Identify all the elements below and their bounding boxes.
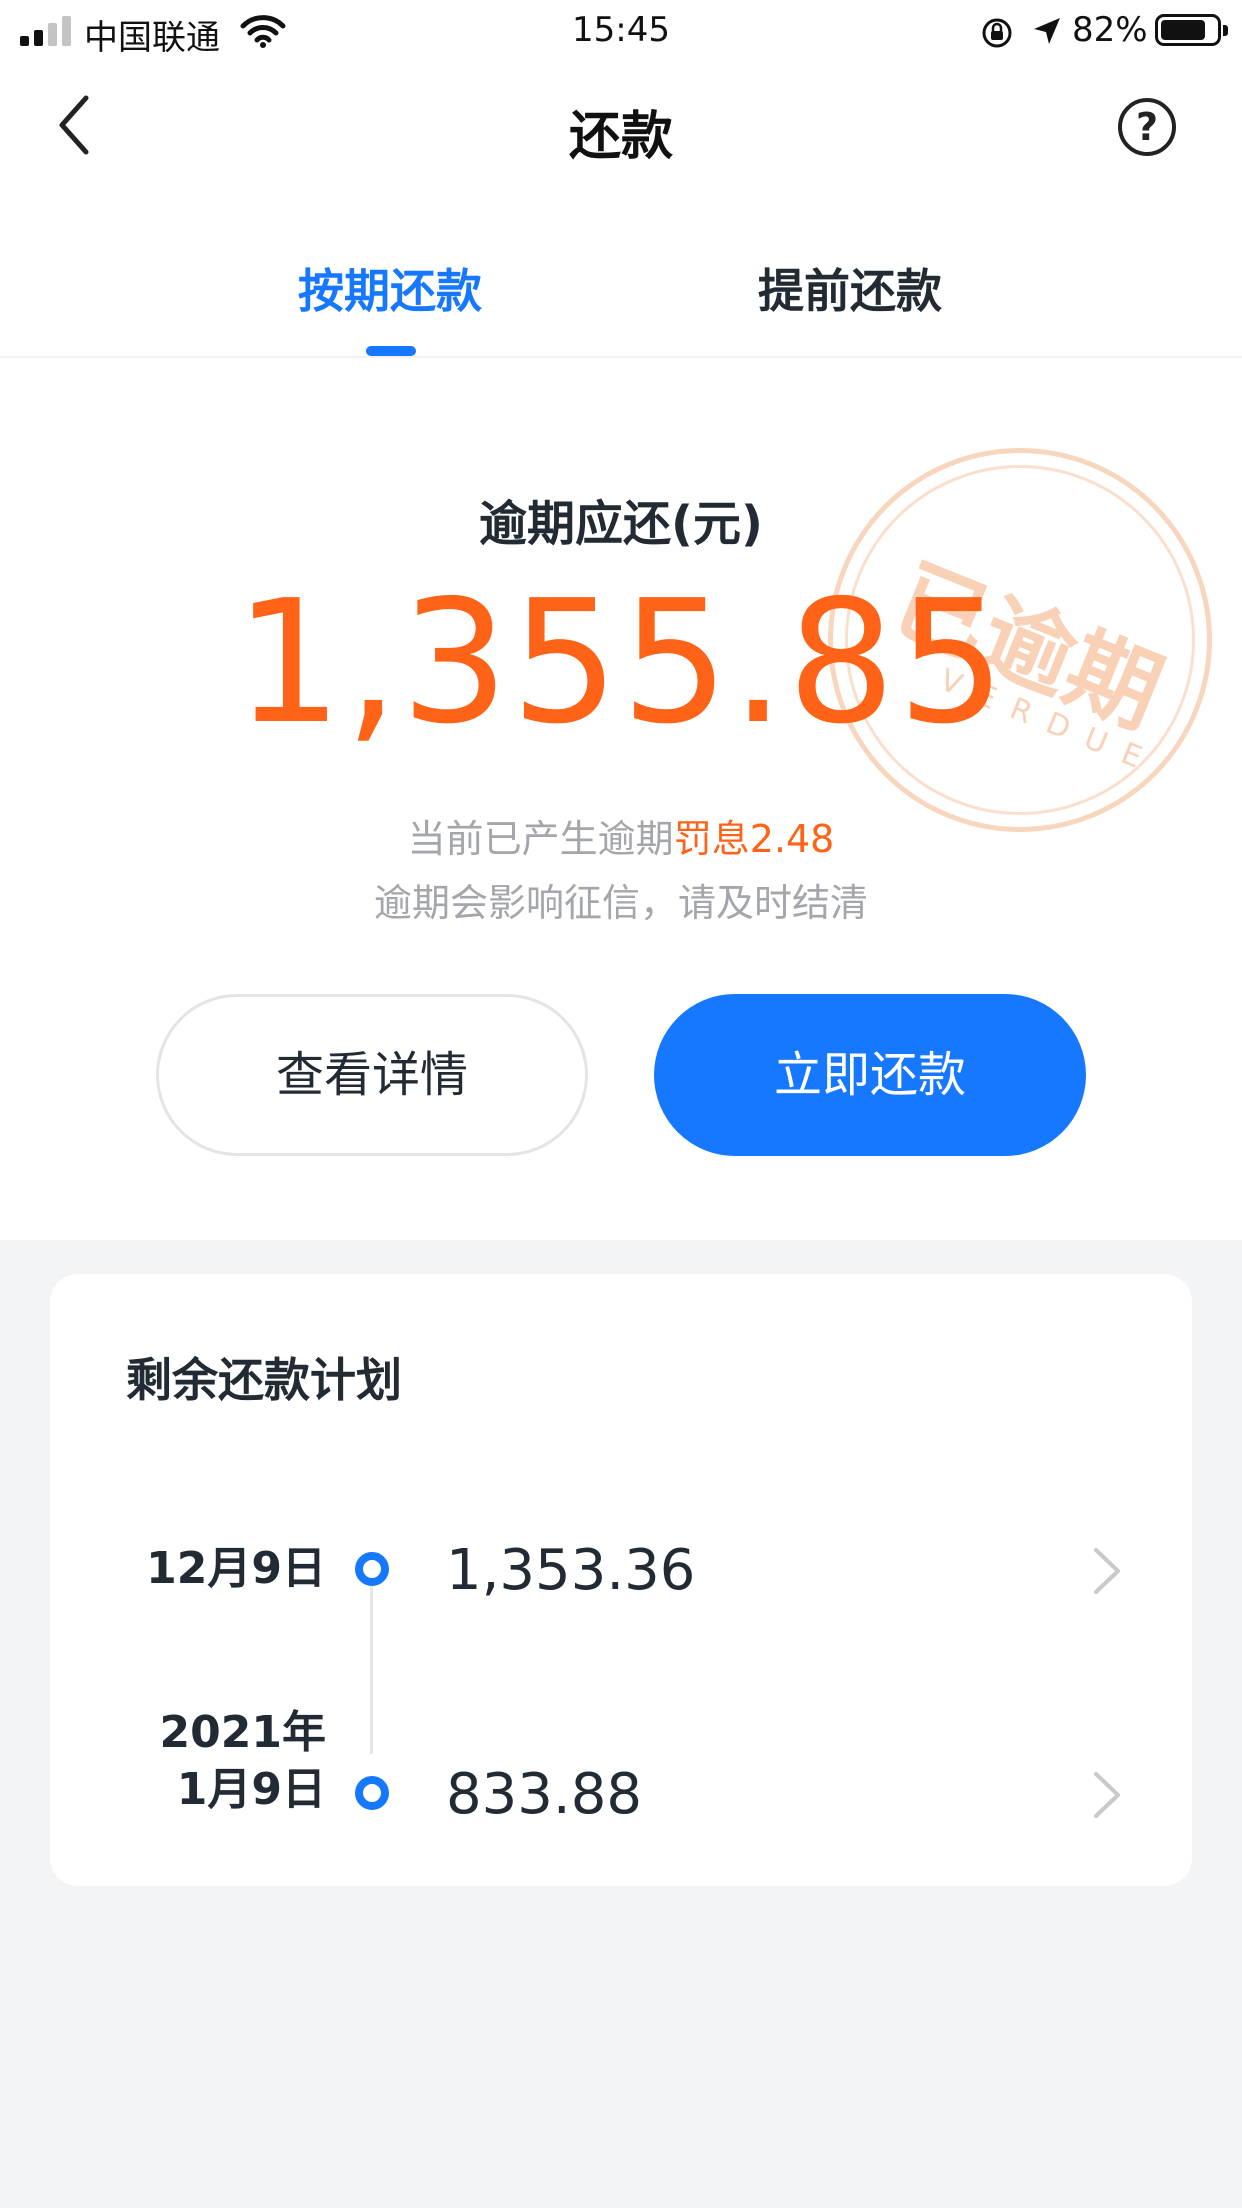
plan-row-amount: 833.88: [446, 1762, 642, 1827]
timeline-dot: [355, 1552, 389, 1586]
active-tab-indicator: [366, 346, 416, 356]
view-details-button[interactable]: 查看详情: [156, 994, 588, 1156]
chevron-right-icon: [1094, 1772, 1120, 1818]
plan-row[interactable]: 12月9日 1,353.36: [50, 1482, 1192, 1632]
tab-scheduled-repayment[interactable]: 按期还款: [240, 255, 540, 321]
overdue-amount: 1,355.85: [234, 564, 1008, 762]
repayment-plan-card: 剩余还款计划 12月9日 1,353.36 2021年 1月9日 833.88: [50, 1274, 1192, 1886]
plan-row[interactable]: 2021年 1月9日 833.88: [50, 1704, 1192, 1854]
battery-icon: [1155, 14, 1228, 46]
overdue-amount-label: 逾期应还(元): [479, 496, 763, 552]
help-icon[interactable]: ?: [1118, 98, 1176, 156]
location-arrow-icon: [1034, 18, 1060, 44]
plan-row-amount: 1,353.36: [446, 1538, 696, 1603]
tab-divider: [0, 356, 1242, 358]
page-title: 还款: [568, 107, 673, 167]
chevron-right-icon: [1094, 1548, 1120, 1594]
rotation-lock-icon: [982, 18, 1012, 48]
battery-percentage: 82%: [1072, 10, 1148, 50]
tab-early-repayment[interactable]: 提前还款: [700, 255, 1000, 321]
plan-row-date: 12月9日: [146, 1543, 326, 1594]
credit-warning: 逾期会影响征信，请及时结清: [373, 881, 868, 925]
penalty-amount: 罚息2.48: [673, 817, 835, 861]
timeline-dot: [355, 1776, 389, 1810]
repay-now-button[interactable]: 立即还款: [654, 994, 1086, 1156]
plan-row-date-day: 1月9日: [176, 1764, 326, 1816]
penalty-info: 当前已产生逾期罚息2.48: [0, 808, 1242, 863]
plan-row-date: 2021年 1月9日: [160, 1704, 326, 1818]
status-bar: 中国联通 15:45 82%: [0, 0, 1242, 62]
plan-row-date-year: 2021年: [159, 1707, 326, 1758]
penalty-prefix: 当前已产生逾期: [407, 817, 674, 861]
plan-title: 剩余还款计划: [126, 1353, 402, 1407]
